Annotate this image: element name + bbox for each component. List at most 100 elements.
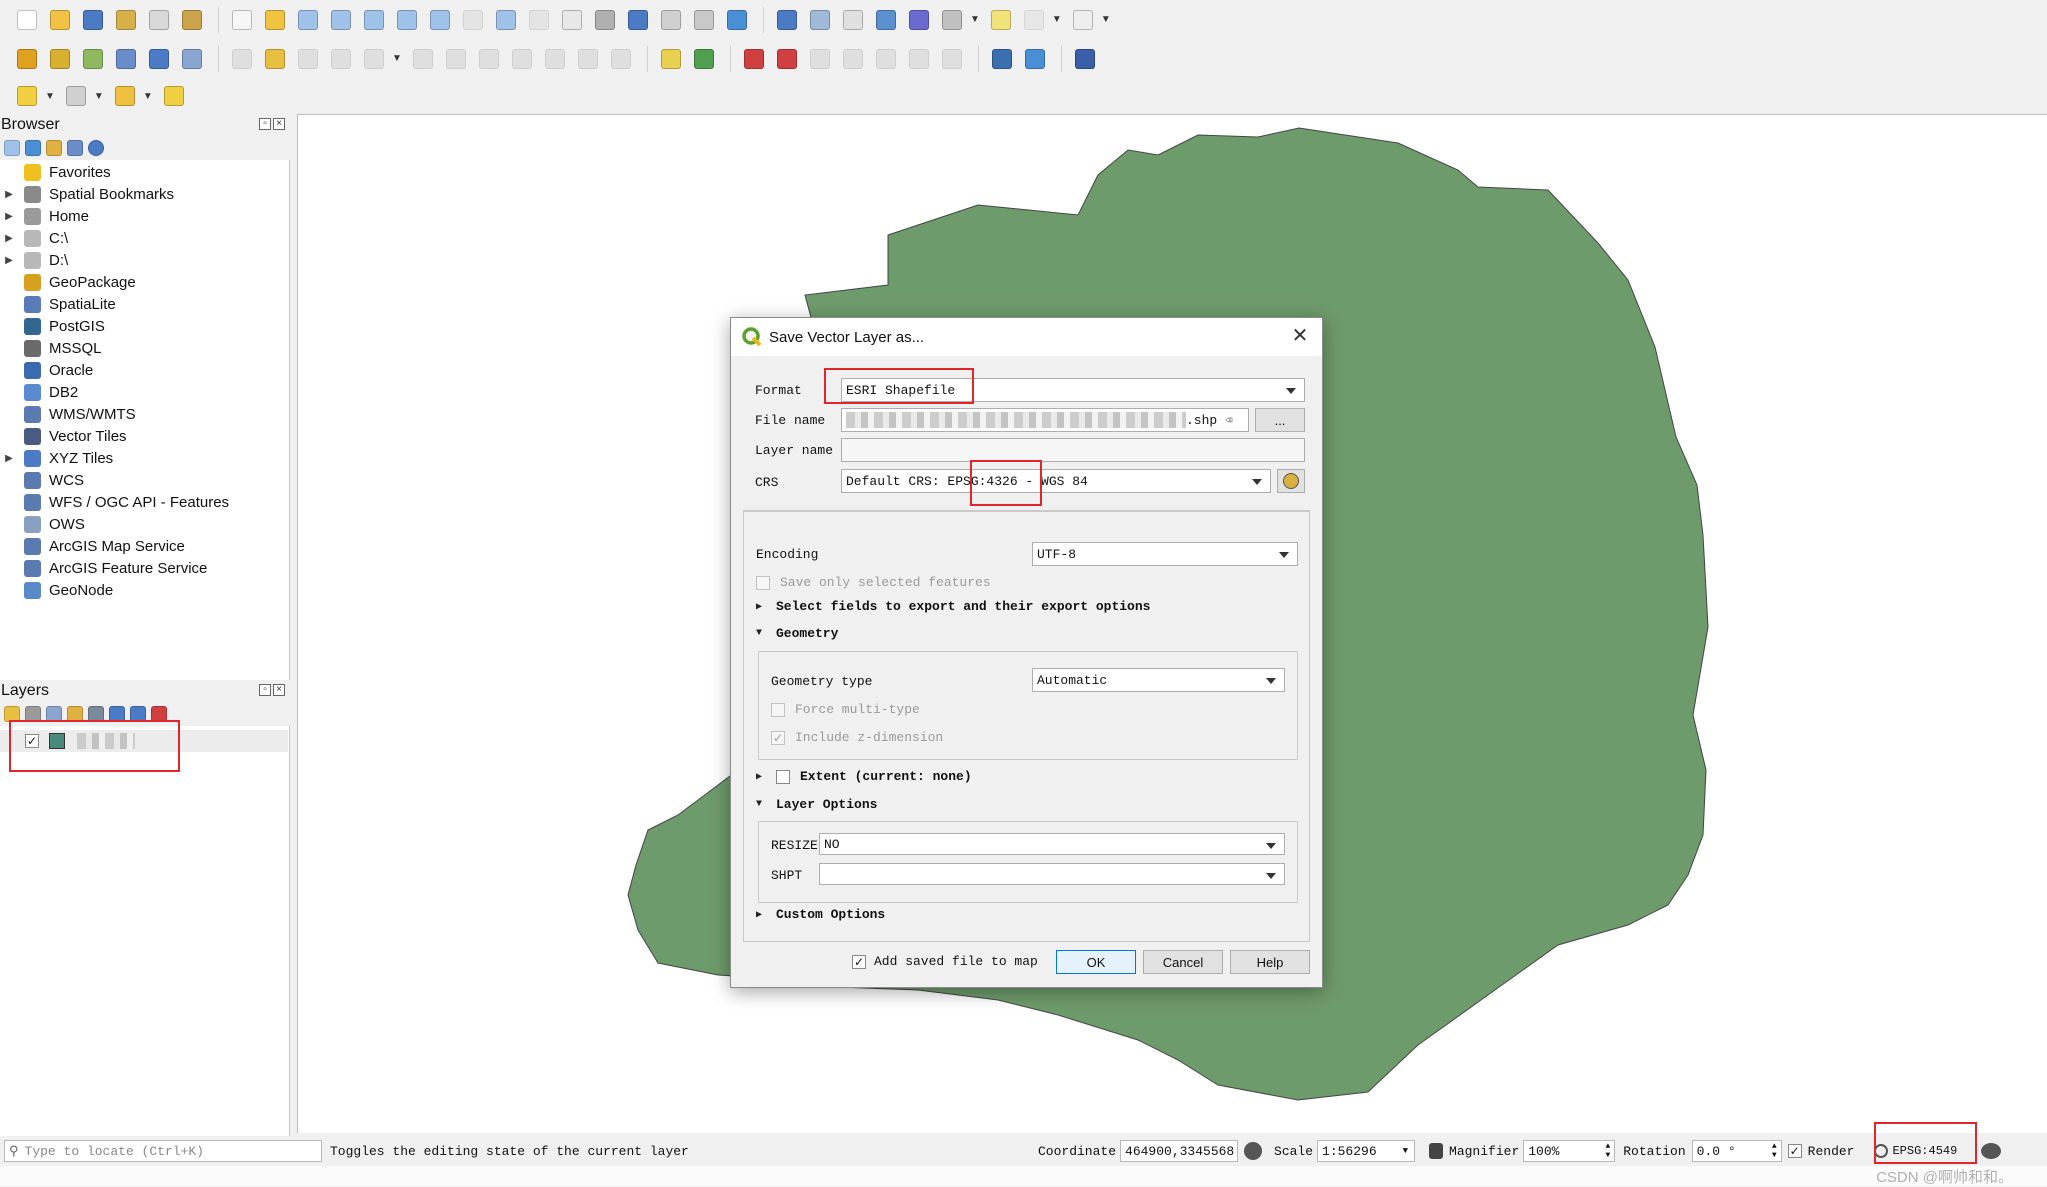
modify-attributes-button[interactable] xyxy=(408,44,438,74)
crs-combo[interactable]: Default CRS: EPSG:4326 - WGS 84 xyxy=(841,469,1271,493)
browser-item[interactable]: Favorites xyxy=(0,161,288,183)
save-project-button[interactable] xyxy=(78,5,108,35)
identify-button[interactable] xyxy=(772,5,802,35)
browser-item[interactable]: DB2 xyxy=(0,381,288,403)
locate-input[interactable]: ⚲ Type to locate (Ctrl+K) xyxy=(4,1140,322,1162)
new-geopackage-button[interactable] xyxy=(45,44,75,74)
current-edits-button[interactable] xyxy=(227,44,257,74)
force-multi-checkbox[interactable] xyxy=(771,703,785,717)
close-panel-icon[interactable]: × xyxy=(273,118,285,130)
new-bookmark-button[interactable] xyxy=(623,5,653,35)
expand-arrow-icon[interactable]: ▶ xyxy=(3,211,15,222)
help-button[interactable]: Help xyxy=(1230,950,1310,974)
resize-combo[interactable]: NO xyxy=(819,833,1285,855)
label-props-button[interactable] xyxy=(937,44,967,74)
zoom-out-button[interactable] xyxy=(326,5,356,35)
chevron-down-icon[interactable]: ▼ xyxy=(1101,14,1111,25)
add-layer-icon[interactable] xyxy=(4,140,20,156)
float-panel-icon[interactable]: ▫ xyxy=(259,684,271,696)
browser-item[interactable]: WCS xyxy=(0,469,288,491)
browser-item[interactable]: ▶ D:\ xyxy=(0,249,288,271)
shpt-combo[interactable] xyxy=(819,863,1285,885)
new-temporary-layer-button[interactable] xyxy=(144,44,174,74)
coordinate-field[interactable]: 464900,3345568 xyxy=(1120,1140,1239,1162)
cancel-button[interactable]: Cancel xyxy=(1143,950,1223,974)
browser-item[interactable]: WMS/WMTS xyxy=(0,403,288,425)
expand-arrow-icon[interactable]: ▶ xyxy=(3,189,15,200)
new-shapefile-button[interactable] xyxy=(78,44,108,74)
text-annotation-button[interactable] xyxy=(1068,5,1098,35)
browser-item[interactable]: MSSQL xyxy=(0,337,288,359)
select-by-expression-button[interactable] xyxy=(61,81,91,111)
custom-options-section[interactable]: ▶ Custom Options xyxy=(756,907,885,922)
chevron-down-icon[interactable]: ▼ xyxy=(45,91,55,102)
select-fields-section[interactable]: ▶ Select fields to export and their expo… xyxy=(756,599,1150,614)
scale-combo[interactable]: 1:56296 ▼ xyxy=(1317,1140,1416,1162)
close-panel-icon[interactable]: × xyxy=(273,684,285,696)
chevron-down-icon[interactable]: ▼ xyxy=(970,14,980,25)
save-as-button[interactable] xyxy=(111,5,141,35)
browser-item[interactable]: ▶ C:\ xyxy=(0,227,288,249)
layer-labeling-button[interactable] xyxy=(689,44,719,74)
attribute-table-button[interactable] xyxy=(805,5,835,35)
data-source-manager-button[interactable] xyxy=(12,44,42,74)
undo-button[interactable] xyxy=(573,44,603,74)
new-project-button[interactable] xyxy=(12,5,42,35)
render-checkbox[interactable]: ✓ xyxy=(1787,1144,1802,1158)
ok-button[interactable]: OK xyxy=(1056,950,1136,974)
browser-item[interactable]: OWS xyxy=(0,513,288,535)
browser-item[interactable]: ▶ XYZ Tiles xyxy=(0,447,288,469)
chevron-down-icon[interactable]: ▼ xyxy=(94,91,104,102)
browser-item[interactable]: GeoNode xyxy=(0,579,288,601)
style-manager-button[interactable] xyxy=(177,5,207,35)
filename-input[interactable]: .shp ⌫ xyxy=(841,408,1249,432)
settings-button[interactable] xyxy=(871,5,901,35)
zoom-to-selection-button[interactable] xyxy=(392,5,422,35)
change-label-button[interactable] xyxy=(871,44,901,74)
messages-icon[interactable] xyxy=(1981,1143,2002,1159)
field-calculator-button[interactable] xyxy=(838,5,868,35)
toggle-editing-button[interactable] xyxy=(260,44,290,74)
zoom-full-button[interactable] xyxy=(359,5,389,35)
close-icon[interactable]: ✕ xyxy=(1288,324,1312,348)
encoding-combo[interactable]: UTF-8 xyxy=(1032,542,1298,566)
highlight-pinned-button[interactable] xyxy=(772,44,802,74)
expand-arrow-icon[interactable]: ▶ xyxy=(3,255,15,266)
lock-icon[interactable] xyxy=(1429,1143,1444,1159)
spin-arrows-icon[interactable]: ▲ ▼ xyxy=(1772,1142,1777,1160)
info-icon[interactable] xyxy=(88,140,104,156)
browser-item[interactable]: PostGIS xyxy=(0,315,288,337)
collapse-all-icon[interactable] xyxy=(67,140,83,156)
refresh-icon[interactable] xyxy=(25,140,41,156)
cut-features-button[interactable] xyxy=(474,44,504,74)
clear-icon[interactable]: ⌫ xyxy=(1225,413,1232,428)
show-hide-labels-button[interactable] xyxy=(904,44,934,74)
open-project-button[interactable] xyxy=(45,5,75,35)
expand-arrow-icon[interactable]: ▶ xyxy=(3,453,15,464)
include-z-checkbox[interactable]: ✓ xyxy=(771,731,785,745)
save-selected-checkbox[interactable] xyxy=(756,576,770,590)
add-to-map-checkbox[interactable]: ✓ xyxy=(852,955,866,969)
browser-item[interactable]: ▶ Home xyxy=(0,205,288,227)
filter-icon[interactable] xyxy=(46,140,62,156)
geometry-type-combo[interactable]: Automatic xyxy=(1032,668,1285,692)
processing-button[interactable] xyxy=(1020,44,1050,74)
browser-item[interactable]: ArcGIS Map Service xyxy=(0,535,288,557)
redo-button[interactable] xyxy=(606,44,636,74)
browser-item[interactable]: SpatiaLite xyxy=(0,293,288,315)
extent-checkbox[interactable] xyxy=(776,769,790,784)
help-button[interactable] xyxy=(1070,44,1100,74)
statistics-button[interactable] xyxy=(904,5,934,35)
deselect-all-button[interactable] xyxy=(110,81,140,111)
print-layout-button[interactable] xyxy=(144,5,174,35)
browser-item[interactable]: ▶ Spatial Bookmarks xyxy=(0,183,288,205)
extent-section[interactable]: ▶ Extent (current: none) xyxy=(756,769,972,784)
zoom-native-button[interactable] xyxy=(458,5,488,35)
selection-options-button[interactable] xyxy=(1019,5,1049,35)
temporal-controller-button[interactable] xyxy=(689,5,719,35)
rotate-label-button[interactable] xyxy=(838,44,868,74)
crs-selector-button[interactable] xyxy=(1277,469,1305,493)
vertex-tool-button[interactable] xyxy=(359,44,389,74)
browser-item[interactable]: WFS / OGC API - Features xyxy=(0,491,288,513)
expand-arrow-icon[interactable]: ▶ xyxy=(3,233,15,244)
